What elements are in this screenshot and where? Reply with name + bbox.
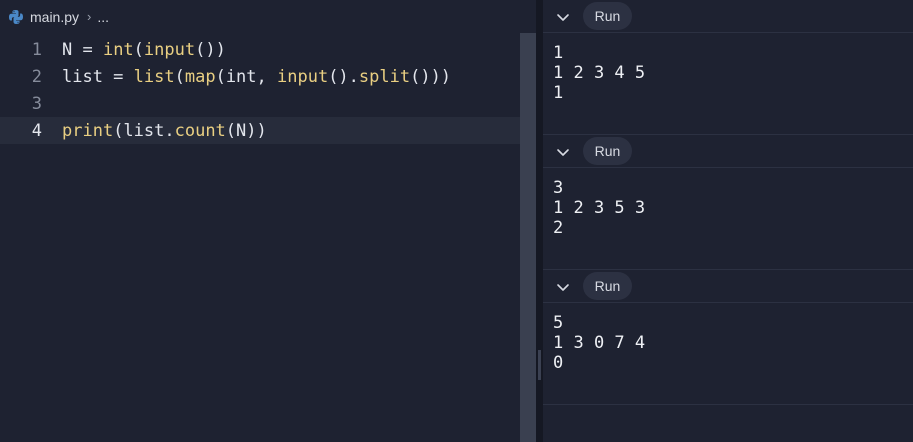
code-line-1[interactable]: 1 N = int(input()) [0,36,520,63]
line-text[interactable]: N = int(input()) [46,40,226,60]
run-header: Run [543,0,913,33]
breadcrumb-filename[interactable]: main.py [30,9,79,25]
code-line-2[interactable]: 2 list = list(map(int, input().split())) [0,63,520,90]
python-icon [9,9,23,24]
run-button[interactable]: Run [583,272,632,300]
code-line-4-active[interactable]: 4 print(list.count(N)) [0,117,520,144]
output-line: 1 2 3 4 5 [553,63,646,83]
code-line-3[interactable]: 3 [0,90,520,117]
run-button[interactable]: Run [583,2,632,30]
breadcrumb: main.py › ... [0,0,536,33]
line-number: 3 [31,93,42,114]
run-output: 31 2 3 5 32 [553,178,645,238]
code-lines[interactable]: 1 N = int(input()) 2 list = list(map(int… [0,36,520,144]
line-number: 2 [31,66,42,87]
output-line: 1 2 3 5 3 [553,198,646,218]
run-panel-2: Run 31 2 3 5 32 [543,135,913,270]
breadcrumb-more[interactable]: ... [97,9,109,25]
output-line: 3 [553,178,564,198]
output-line: 5 [553,313,564,333]
line-number: 4 [31,120,42,141]
run-header: Run [543,135,913,168]
output-line: 1 [553,83,564,103]
line-text[interactable]: print(list.count(N)) [46,121,267,141]
line-number: 1 [31,39,42,60]
run-panel-1: Run 11 2 3 4 51 [543,0,913,135]
code-editor[interactable]: main.py › ... 1 N = int(input()) 2 list … [0,0,536,442]
output-line: 1 3 0 7 4 [553,333,646,353]
run-panel-3: Run 51 3 0 7 40 [543,270,913,405]
chevron-right-icon: › [87,9,92,24]
run-output: 51 3 0 7 40 [553,313,645,373]
chevron-down-icon[interactable] [555,144,571,160]
editor-scrollbar[interactable] [520,33,536,442]
chevron-down-icon[interactable] [555,279,571,295]
output-line: 2 [553,218,564,238]
run-button[interactable]: Run [583,137,632,165]
run-header: Run [543,270,913,303]
output-line: 0 [553,353,564,373]
run-output: 11 2 3 4 51 [553,43,645,103]
line-text[interactable]: list = list(map(int, input().split())) [46,67,451,87]
chevron-down-icon[interactable] [555,9,571,25]
run-panels: Run 11 2 3 4 51 Run 31 2 3 5 32 Run 51 3… [543,0,913,442]
output-line: 1 [553,43,564,63]
divider-grip-handle[interactable] [538,350,541,380]
